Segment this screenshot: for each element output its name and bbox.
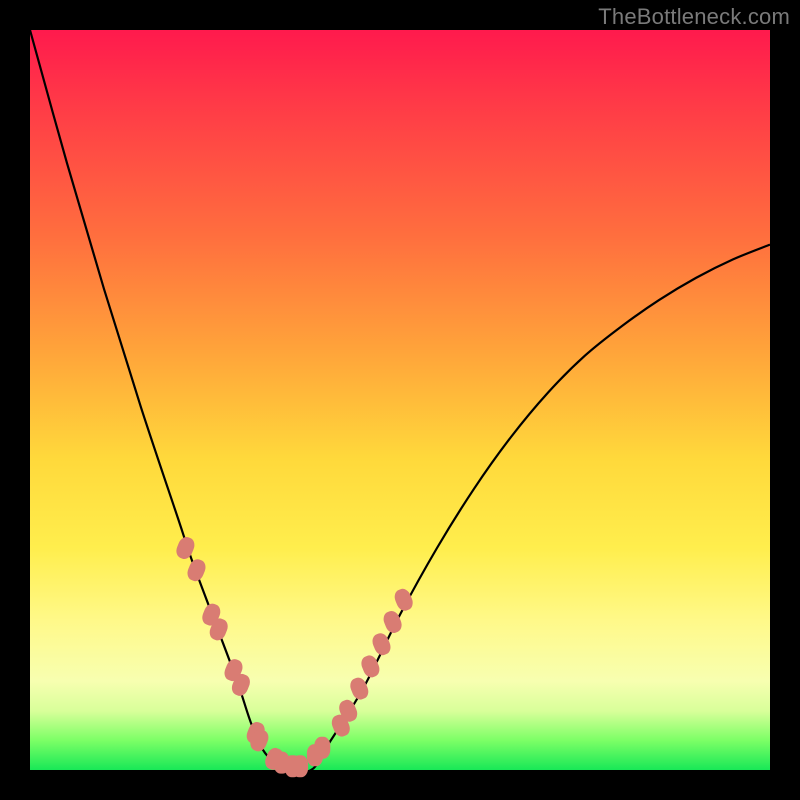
watermark-text: TheBottleneck.com	[598, 4, 790, 30]
chart-stage: TheBottleneck.com	[0, 0, 800, 800]
curve-marker	[292, 755, 308, 777]
curve-marker	[185, 557, 208, 583]
plot-area	[30, 30, 770, 770]
bottleneck-curve	[30, 30, 770, 772]
chart-svg	[30, 30, 770, 770]
curve-marker	[174, 535, 197, 561]
curve-marker	[314, 737, 330, 759]
